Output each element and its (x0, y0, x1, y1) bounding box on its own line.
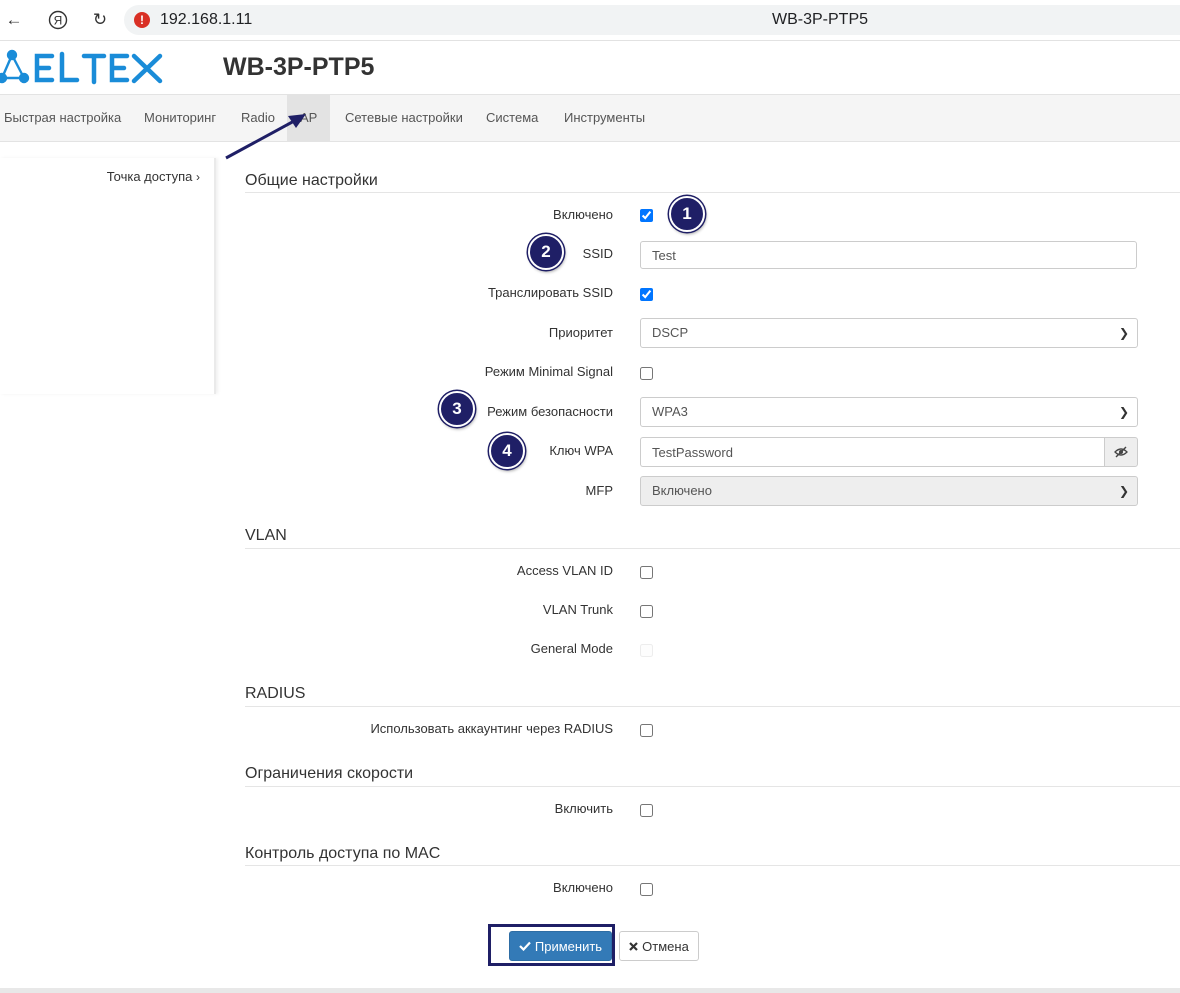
access-vlan-label: Access VLAN ID (516, 563, 613, 578)
radius-accounting-label: Использовать аккаунтинг через RADIUS (370, 721, 613, 736)
security-mode-value: WPA3 (652, 404, 688, 419)
back-arrow-icon[interactable]: ← (2, 8, 26, 32)
broadcast-ssid-label: Транслировать SSID (487, 285, 613, 300)
menu-item-network-settings[interactable]: Сетевые настройки (345, 95, 463, 141)
annotation-arrow-icon (225, 114, 306, 160)
eltex-logo (0, 48, 170, 88)
svg-text:Я: Я (54, 14, 63, 28)
chevron-down-icon: ❯ (1118, 484, 1129, 498)
annotation-badge-3: 3 (439, 391, 475, 427)
security-mode-label: Режим безопасности (487, 404, 613, 419)
yandex-icon[interactable]: Я (46, 8, 70, 32)
mfp-select[interactable]: Включено ❯ (640, 476, 1138, 506)
eye-slash-icon (1114, 446, 1128, 458)
section-title-rate-limits: Ограничения скорости (245, 765, 414, 782)
priority-label: Приоритет (548, 325, 613, 340)
check-icon (519, 941, 531, 951)
section-divider (245, 786, 1180, 787)
address-bar[interactable]: ! 192.168.1.11 WB-3P-PTP5 (124, 5, 1180, 35)
enabled-label: Включено (553, 207, 613, 222)
cancel-button-label: Отмена (642, 938, 689, 954)
vlan-trunk-checkbox[interactable] (640, 605, 653, 618)
not-secure-icon: ! (134, 12, 150, 28)
section-title-radius: RADIUS (245, 685, 306, 702)
minimal-signal-checkbox[interactable] (640, 367, 653, 380)
tab-page-title: WB-3P-PTP5 (772, 11, 869, 28)
menu-item-system[interactable]: Система (486, 95, 538, 141)
menu-item-monitoring[interactable]: Мониторинг (144, 95, 216, 141)
annotation-badge-1: 1 (669, 196, 705, 232)
sidebar-item-access-point[interactable]: Точка доступа › (107, 169, 200, 184)
password-toggle-button[interactable] (1104, 437, 1138, 467)
section-title-mac-acl: Контроль доступа по MAC (245, 845, 441, 862)
menu-item-quick-setup[interactable]: Быстрая настройка (4, 95, 121, 141)
x-icon (629, 941, 638, 951)
reload-icon[interactable]: ↻ (88, 8, 112, 32)
general-mode-label: General Mode (530, 641, 613, 656)
cancel-button[interactable]: Отмена (619, 931, 699, 961)
chevron-down-icon: ❯ (1118, 326, 1129, 340)
rate-limit-enable-label: Включить (554, 801, 613, 816)
url-text: 192.168.1.11 (160, 11, 253, 28)
chevron-down-icon: ❯ (1118, 405, 1129, 419)
browser-toolbar: ← Я ↻ ! 192.168.1.11 WB-3P-PTP5 (0, 0, 1180, 41)
priority-value: DSCP (652, 325, 689, 340)
sidebar: Точка доступа › (0, 158, 216, 394)
annotation-badge-4: 4 (489, 433, 525, 469)
vlan-trunk-label: VLAN Trunk (542, 602, 613, 617)
sidebar-item-label: Точка доступа (106, 169, 193, 184)
section-divider (245, 865, 1180, 866)
apply-button[interactable]: Применить (509, 931, 612, 961)
mfp-value: Включено (652, 483, 712, 498)
section-divider (245, 706, 1180, 707)
wpa-key-label: Ключ WPA (549, 443, 613, 458)
ssid-input[interactable] (640, 241, 1137, 269)
broadcast-ssid-checkbox[interactable] (640, 288, 653, 301)
mac-acl-enabled-label: Включено (553, 880, 613, 895)
access-vlan-checkbox[interactable] (640, 566, 653, 579)
section-divider (245, 548, 1180, 549)
radius-accounting-checkbox[interactable] (640, 724, 653, 737)
main-menu: Быстрая настройка Мониторинг Radio AP Се… (0, 94, 1180, 142)
menu-item-tools[interactable]: Инструменты (564, 95, 645, 141)
device-title: WB-3P-PTP5 (223, 53, 375, 81)
section-title-vlan: VLAN (245, 527, 287, 544)
mfp-label: MFP (585, 483, 613, 498)
page-footer-line (0, 988, 1180, 993)
ssid-label: SSID (582, 246, 613, 261)
enabled-checkbox[interactable] (640, 209, 653, 222)
chevron-right-icon: › (196, 170, 200, 184)
mac-acl-enabled-checkbox[interactable] (640, 883, 653, 896)
section-title-general: Общие настройки (245, 172, 378, 189)
general-mode-checkbox[interactable] (640, 644, 653, 657)
priority-select[interactable]: DSCP ❯ (640, 318, 1138, 348)
apply-button-label: Применить (534, 938, 603, 954)
rate-limit-enable-checkbox[interactable] (640, 804, 653, 817)
annotation-badge-2: 2 (528, 234, 564, 270)
wpa-key-input[interactable] (640, 437, 1104, 467)
security-mode-select[interactable]: WPA3 ❯ (640, 397, 1138, 427)
minimal-signal-label: Режим Minimal Signal (484, 364, 613, 379)
section-divider (245, 192, 1180, 193)
